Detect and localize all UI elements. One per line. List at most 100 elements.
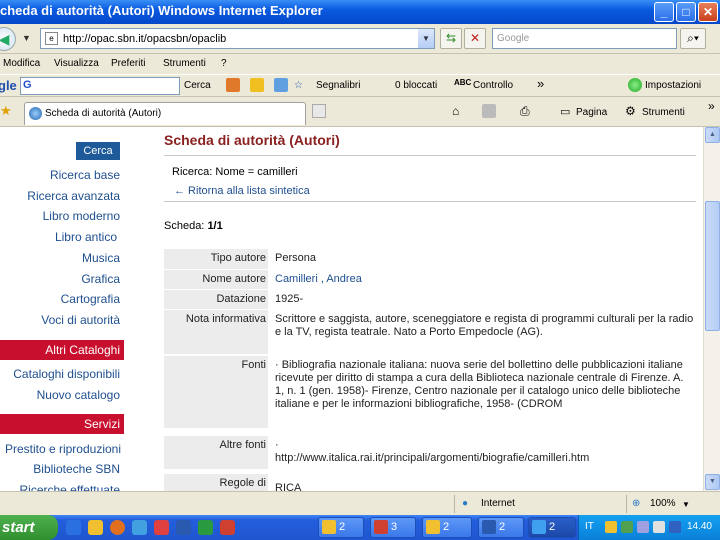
new-tab-icon[interactable] [312,104,326,118]
minimize-button[interactable]: _ [654,2,674,22]
popup-icon[interactable] [226,78,240,92]
toolbar-chevron-icon[interactable]: » [708,99,715,113]
popup-blocked-count[interactable]: 0 bloccati [395,80,437,91]
home-icon[interactable]: ⌂ [452,104,459,118]
address-dropdown-icon[interactable]: ▼ [418,29,434,48]
taskbar-group-1[interactable]: 2 [318,517,364,538]
address-field[interactable]: e http://opac.sbn.it/opacsbn/opaclib ▼ [40,28,435,49]
field-row-altre-fonti: Altre fonti · http://www.italica.rai.it/… [164,436,694,469]
scroll-down-button[interactable]: ▼ [705,474,720,490]
tab-bar: ★ Scheda di autorità (Autori) ⌂ ⎙ ▭ Pagi… [0,97,720,127]
back-button[interactable]: ◀ [0,27,16,51]
start-button[interactable]: start [0,515,58,540]
address-url[interactable]: http://opac.sbn.it/opacsbn/opaclib [63,33,226,45]
field-label: Fonti [164,356,268,428]
google-cerca-button[interactable]: Cerca [184,80,211,91]
excel-quicklaunch-icon[interactable] [198,520,213,535]
refresh-button[interactable]: ⇆ [440,28,462,49]
favorites-star-icon[interactable]: ★ [0,103,12,119]
sidebar-link-ricerca-avanzata[interactable]: Ricerca avanzata [27,189,120,203]
stop-button[interactable]: ✕ [464,28,486,49]
vertical-scrollbar[interactable]: ▲ ▼ [703,127,720,491]
field-label: Tipo autore [164,249,268,269]
sidebar-link-voci-autorita[interactable]: Voci di autorità [41,313,120,327]
pagerank-icon[interactable] [250,78,264,92]
back-arrow-icon: ◀ [0,31,10,47]
sidebar-link-libro-moderno[interactable]: Libro moderno [43,209,120,223]
menu-strumenti[interactable]: Strumenti [163,58,206,69]
menu-help[interactable]: ? [221,58,227,69]
search-button[interactable]: ⌕▾ [680,28,706,49]
zoom-dropdown-icon[interactable]: ▼ [682,500,690,509]
taskbar: start 2 3 2 2 2 IT 14.40 [0,515,720,540]
ie-quicklaunch-icon[interactable] [66,520,81,535]
impostazioni-button[interactable]: Impostazioni [645,80,701,91]
pagina-menu[interactable]: Pagina [576,107,607,118]
settings-indicator-icon [628,78,642,92]
status-divider [454,495,455,513]
star-icon[interactable]: ☆ [294,80,303,91]
strumenti-menu[interactable]: Strumenti [642,107,685,118]
sidebar-link-nuovo-catalogo[interactable]: Nuovo catalogo [37,388,120,402]
window-title: cheda di autorità (Autori) Windows Inter… [0,3,323,18]
search-input[interactable]: Google [492,28,677,49]
tab-scheda[interactable]: Scheda di autorità (Autori) [24,102,306,125]
history-dropdown-icon[interactable]: ▼ [22,33,31,43]
scroll-thumb[interactable] [705,201,720,331]
controllo-button[interactable]: Controllo [473,80,513,91]
task-count: 3 [391,521,398,533]
feeds-icon[interactable] [482,104,496,118]
scroll-up-button[interactable]: ▲ [705,127,720,143]
sidebar-link-cartografia[interactable]: Cartografia [61,292,120,306]
page-title: Scheda di autorità (Autori) [164,132,340,148]
field-value: · Bibliografia nazionale italiana: nuova… [275,359,684,410]
maximize-button[interactable]: □ [676,2,696,22]
google-search-input[interactable]: G [20,77,180,95]
field-row-regole: Regole di RICA [164,474,694,491]
sidebar-link-grafica[interactable]: Grafica [81,272,120,286]
sidebar-link-cataloghi-disponibili[interactable]: Cataloghi disponibili [13,367,120,381]
taskbar-group-3[interactable]: 2 [422,517,472,538]
firefox-quicklaunch-icon[interactable] [110,520,125,535]
word-quicklaunch-icon[interactable] [176,520,191,535]
media-quicklaunch-icon[interactable] [132,520,147,535]
tray-icon[interactable] [605,521,617,533]
segnalibri-button[interactable]: Segnalibri [316,80,360,91]
system-tray: IT 14.40 [578,515,720,540]
volume-icon[interactable] [653,521,665,533]
network-icon[interactable] [637,521,649,533]
sidebar-link-prestito[interactable]: Prestito e riproduzioni [5,442,121,456]
spellcheck-icon[interactable]: ABC [454,78,471,87]
taskbar-group-5[interactable]: 2 [528,517,576,538]
close-button[interactable]: ✕ [698,2,718,22]
taskbar-group-2[interactable]: 3 [370,517,416,538]
menu-modifica[interactable]: Modifica [3,58,40,69]
field-row-tipo-autore: Tipo autore Persona [164,249,694,269]
google-toolbar: gle G Cerca ☆ Segnalibri 0 bloccati ABC … [0,74,720,97]
print-icon[interactable]: ⎙ [520,104,530,119]
more-chevron-icon[interactable]: » [537,76,544,91]
author-name-link[interactable]: Camilleri , Andrea [275,273,694,286]
zoom-level[interactable]: 100% [650,498,676,509]
translate-icon[interactable] [274,78,288,92]
menu-bar: Modifica Visualizza Preferiti Strumenti … [0,54,720,74]
sidebar-link-ricerca-base[interactable]: Ricerca base [50,168,120,182]
sidebar-search-button[interactable]: Cerca [76,142,120,160]
language-indicator[interactable]: IT [585,521,594,532]
menu-preferiti[interactable]: Preferiti [111,58,145,69]
menu-visualizza[interactable]: Visualizza [54,58,99,69]
address-toolbar: ◀ ▼ e http://opac.sbn.it/opacsbn/opaclib… [0,24,720,54]
tab-page-icon [29,107,42,120]
folder-quicklaunch-icon[interactable] [88,520,103,535]
sidebar-link-biblioteche-sbn[interactable]: Biblioteche SBN [33,462,120,476]
sidebar-link-ricerche-effettuate[interactable]: Ricerche effettuate [19,483,120,491]
acrobat-quicklaunch-icon[interactable] [220,520,235,535]
field-value[interactable]: · http://www.italica.rai.it/principali/a… [275,439,694,465]
tray-icon[interactable] [669,521,681,533]
back-to-list-link[interactable]: ← Ritorna alla lista sintetica [174,185,310,197]
sidebar-link-libro-antico[interactable]: Libro antico [55,230,117,244]
app-quicklaunch-icon[interactable] [154,520,169,535]
sidebar-link-musica[interactable]: Musica [82,251,120,265]
tray-icon[interactable] [621,521,633,533]
taskbar-group-4[interactable]: 2 [478,517,524,538]
